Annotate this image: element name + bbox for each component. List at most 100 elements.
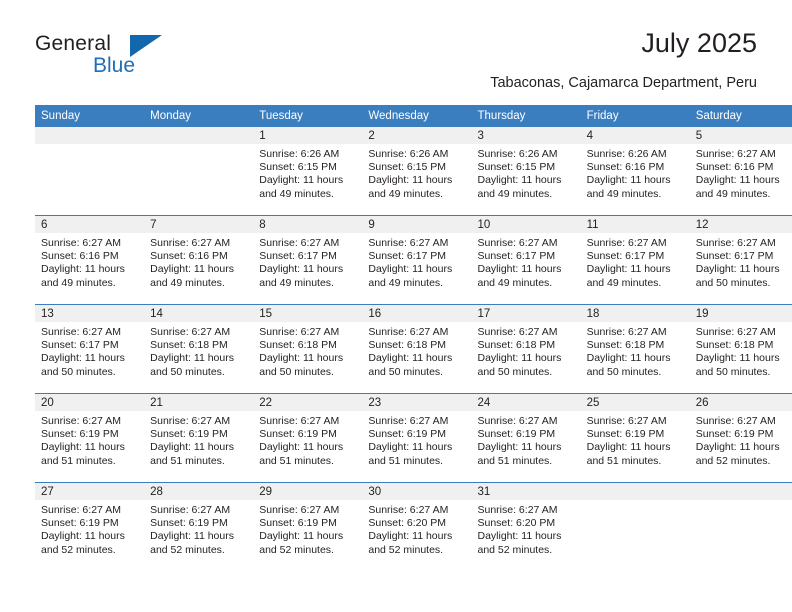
calendar-day-cell[interactable]: 4 Sunrise: 6:26 AM Sunset: 6:16 PM Daylight…	[580, 127, 690, 216]
daylight-text-line2: and 49 minutes.	[368, 187, 444, 200]
calendar-day-cell[interactable]: 16 Sunrise: 6:27 AM Sunset: 6:18 PM Dayligh…	[362, 304, 472, 394]
sunrise-text: Sunrise: 6:27 AM	[586, 237, 667, 249]
calendar-day-cell[interactable]: 5 Sunrise: 6:27 AM Sunset: 6:16 PM Daylight…	[689, 127, 792, 216]
calendar-day-cell[interactable]: 1 Sunrise: 6:26 AM Sunset: 6:15 PM Daylight…	[253, 127, 363, 216]
daylight-text-line1: Daylight: 11 hours	[477, 530, 562, 543]
daylight-text-line2: and 49 minutes.	[477, 187, 553, 200]
daylight-text-line2: and 49 minutes.	[477, 276, 553, 289]
calendar-day-cell-empty	[35, 127, 145, 216]
calendar-day-cell[interactable]: 18 Sunrise: 6:27 AM Sunset: 6:18 PM Dayligh…	[580, 304, 690, 394]
calendar-day-cell[interactable]: 13 Sunrise: 6:27 AM Sunset: 6:17 PM Dayligh…	[35, 304, 145, 394]
calendar-day-cell[interactable]: 9 Sunrise: 6:27 AM Sunset: 6:17 PM Daylight…	[362, 215, 472, 305]
calendar-day-cell[interactable]: 20 Sunrise: 6:27 AM Sunset: 6:19 PM Dayligh…	[35, 393, 145, 483]
daylight-text-line1: Daylight: 11 hours	[368, 352, 453, 365]
calendar-day-cell[interactable]: 17 Sunrise: 6:27 AM Sunset: 6:18 PM Dayligh…	[471, 304, 581, 394]
sunrise-text: Sunrise: 6:27 AM	[41, 504, 121, 516]
calendar-day-cell-empty	[689, 482, 792, 571]
sunset-text: Sunset: 6:18 PM	[259, 339, 337, 352]
calendar-day-cell[interactable]: 19 Sunrise: 6:27 AM Sunset: 6:18 PM Dayligh…	[689, 304, 792, 394]
daylight-text-line2: and 49 minutes.	[150, 276, 225, 289]
day-number: 12	[689, 216, 792, 233]
calendar-day-cell[interactable]: 12 Sunrise: 6:27 AM Sunset: 6:17 PM Dayligh…	[689, 215, 792, 305]
daylight-text-line1: Daylight: 11 hours	[259, 263, 344, 276]
day-number: 13	[35, 305, 145, 322]
day-details: Sunrise: 6:27 AM Sunset: 6:19 PM Daylight:…	[35, 500, 144, 557]
weekday-header-friday: Friday	[580, 105, 690, 127]
daylight-text-line1: Daylight: 11 hours	[695, 352, 780, 365]
sunset-text: Sunset: 6:17 PM	[368, 250, 447, 263]
calendar-day-cell[interactable]: 14 Sunrise: 6:27 AM Sunset: 6:18 PM Dayligh…	[144, 304, 254, 394]
calendar-day-cell[interactable]: 31 Sunrise: 6:27 AM Sunset: 6:20 PM Dayligh…	[471, 482, 581, 571]
sunset-text: Sunset: 6:19 PM	[368, 428, 447, 441]
calendar-day-cell[interactable]: 26 Sunrise: 6:27 AM Sunset: 6:19 PM Dayligh…	[689, 393, 792, 483]
calendar-day-cell[interactable]: 25 Sunrise: 6:27 AM Sunset: 6:19 PM Dayligh…	[580, 393, 690, 483]
day-number: 29	[253, 483, 363, 500]
calendar-day-cell[interactable]: 30 Sunrise: 6:27 AM Sunset: 6:20 PM Dayligh…	[362, 482, 472, 571]
daylight-text-line2: and 49 minutes.	[41, 276, 116, 289]
sunrise-text: Sunrise: 6:27 AM	[259, 415, 340, 427]
daylight-text-line2: and 50 minutes.	[586, 365, 662, 378]
sunset-text: Sunset: 6:20 PM	[368, 517, 447, 530]
day-details: Sunrise: 6:27 AM Sunset: 6:19 PM Daylight:…	[35, 411, 144, 468]
sunrise-text: Sunrise: 6:26 AM	[368, 148, 449, 160]
calendar-day-cell[interactable]: 10 Sunrise: 6:27 AM Sunset: 6:17 PM Dayligh…	[471, 215, 581, 305]
daylight-text-line1: Daylight: 11 hours	[41, 530, 125, 543]
day-number	[35, 127, 145, 144]
calendar-week-row: 20 Sunrise: 6:27 AM Sunset: 6:19 PM Dayligh…	[35, 393, 792, 483]
calendar-day-cell[interactable]: 6 Sunrise: 6:27 AM Sunset: 6:16 PM Daylight…	[35, 215, 145, 305]
sunset-text: Sunset: 6:15 PM	[368, 161, 447, 174]
calendar-day-cell[interactable]: 27 Sunrise: 6:27 AM Sunset: 6:19 PM Dayligh…	[35, 482, 145, 571]
calendar-day-cell[interactable]: 7 Sunrise: 6:27 AM Sunset: 6:16 PM Daylight…	[144, 215, 254, 305]
calendar-day-cell[interactable]: 29 Sunrise: 6:27 AM Sunset: 6:19 PM Dayligh…	[253, 482, 363, 571]
calendar-day-cell[interactable]: 15 Sunrise: 6:27 AM Sunset: 6:18 PM Dayligh…	[253, 304, 363, 394]
calendar-day-cell[interactable]: 11 Sunrise: 6:27 AM Sunset: 6:17 PM Dayligh…	[580, 215, 690, 305]
day-details: Sunrise: 6:27 AM Sunset: 6:19 PM Daylight:…	[144, 411, 253, 468]
calendar-day-cell[interactable]: 2 Sunrise: 6:26 AM Sunset: 6:15 PM Daylight…	[362, 127, 472, 216]
daylight-text-line2: and 49 minutes.	[259, 187, 334, 200]
daylight-text-line1: Daylight: 11 hours	[368, 530, 453, 543]
calendar-day-cell[interactable]: 28 Sunrise: 6:27 AM Sunset: 6:19 PM Dayligh…	[144, 482, 254, 571]
general-blue-logo[interactable]: General Blue	[35, 32, 225, 88]
calendar-week-row: 1 Sunrise: 6:26 AM Sunset: 6:15 PM Daylight…	[35, 127, 792, 216]
calendar-day-cell[interactable]: 22 Sunrise: 6:27 AM Sunset: 6:19 PM Dayligh…	[253, 393, 363, 483]
day-number: 24	[471, 394, 581, 411]
daylight-text-line2: and 52 minutes.	[477, 543, 553, 556]
sunset-text: Sunset: 6:20 PM	[477, 517, 556, 530]
daylight-text-line2: and 51 minutes.	[150, 454, 225, 467]
day-details: Sunrise: 6:27 AM Sunset: 6:17 PM Daylight:…	[472, 233, 581, 290]
logo-text-blue: Blue	[93, 54, 136, 77]
page-header: General Blue July 2025 Tabaconas, Cajama…	[35, 28, 757, 96]
day-number: 30	[362, 483, 472, 500]
sunrise-text: Sunrise: 6:27 AM	[477, 326, 558, 338]
sunrise-text: Sunrise: 6:27 AM	[150, 237, 231, 249]
daylight-text-line2: and 51 minutes.	[368, 454, 444, 467]
daylight-text-line1: Daylight: 11 hours	[368, 263, 453, 276]
day-details: Sunrise: 6:27 AM Sunset: 6:18 PM Daylight:…	[581, 322, 690, 379]
sunrise-text: Sunrise: 6:27 AM	[477, 415, 558, 427]
day-details: Sunrise: 6:26 AM Sunset: 6:16 PM Daylight:…	[581, 144, 690, 201]
daylight-text-line1: Daylight: 11 hours	[586, 174, 671, 187]
day-details: Sunrise: 6:26 AM Sunset: 6:15 PM Daylight:…	[472, 144, 581, 201]
day-number	[689, 483, 792, 500]
day-number: 25	[580, 394, 690, 411]
sunset-text: Sunset: 6:19 PM	[695, 428, 774, 441]
day-details: Sunrise: 6:27 AM Sunset: 6:19 PM Daylight:…	[362, 411, 471, 468]
day-number: 5	[689, 127, 792, 144]
calendar-week-row: 27 Sunrise: 6:27 AM Sunset: 6:19 PM Dayligh…	[35, 482, 792, 571]
sunset-text: Sunset: 6:19 PM	[477, 428, 556, 441]
calendar-day-cell[interactable]: 8 Sunrise: 6:27 AM Sunset: 6:17 PM Daylight…	[253, 215, 363, 305]
day-details: Sunrise: 6:27 AM Sunset: 6:18 PM Daylight:…	[253, 322, 362, 379]
calendar-day-cell[interactable]: 23 Sunrise: 6:27 AM Sunset: 6:19 PM Dayligh…	[362, 393, 472, 483]
daylight-text-line2: and 50 minutes.	[695, 276, 771, 289]
sunrise-text: Sunrise: 6:27 AM	[477, 504, 558, 516]
day-number: 1	[253, 127, 363, 144]
weekday-header-sunday: Sunday	[35, 105, 145, 127]
day-details: Sunrise: 6:27 AM Sunset: 6:20 PM Daylight:…	[362, 500, 471, 557]
calendar-day-cell[interactable]: 24 Sunrise: 6:27 AM Sunset: 6:19 PM Dayligh…	[471, 393, 581, 483]
day-number: 16	[362, 305, 472, 322]
calendar-day-cell[interactable]: 21 Sunrise: 6:27 AM Sunset: 6:19 PM Dayligh…	[144, 393, 254, 483]
daylight-text-line1: Daylight: 11 hours	[41, 441, 125, 454]
sunrise-text: Sunrise: 6:27 AM	[695, 237, 776, 249]
calendar-day-cell[interactable]: 3 Sunrise: 6:26 AM Sunset: 6:15 PM Daylight…	[471, 127, 581, 216]
page-subtitle: Tabaconas, Cajamarca Department, Peru	[490, 75, 757, 91]
